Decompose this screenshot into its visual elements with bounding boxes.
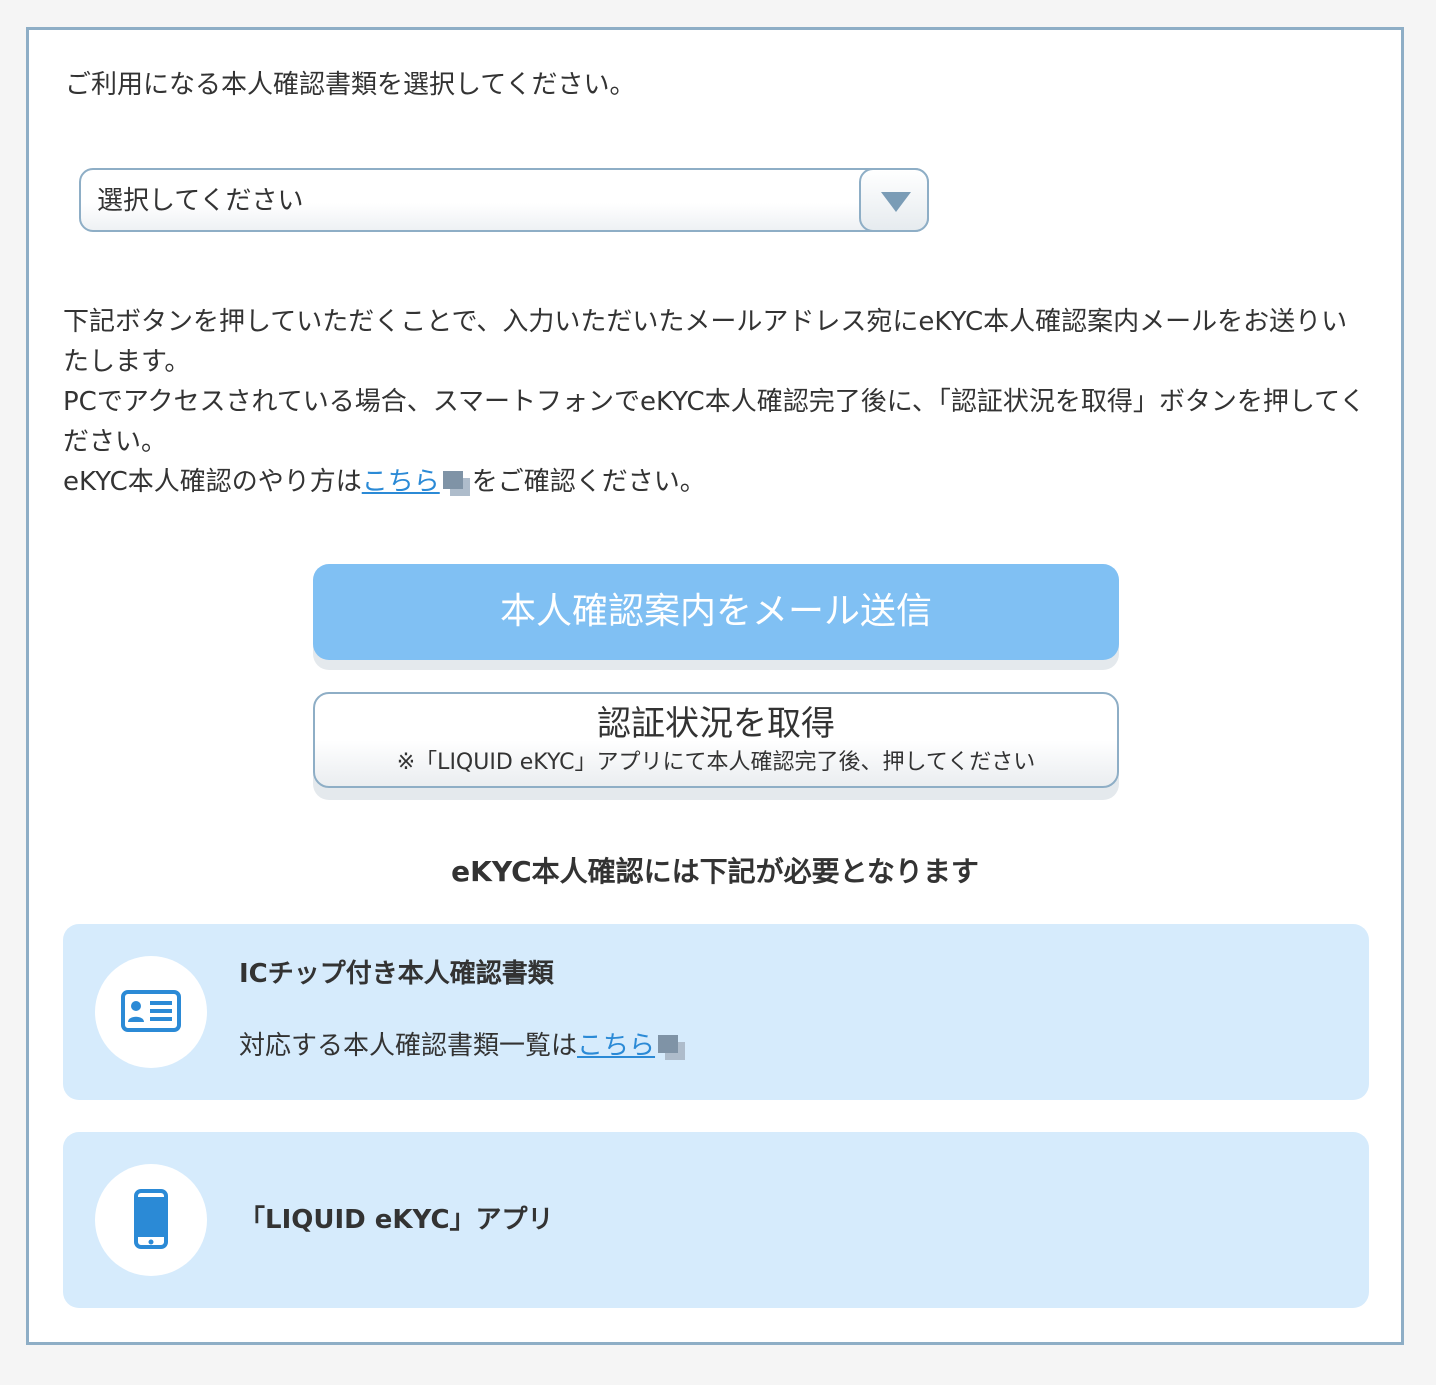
instructions: 下記ボタンを押していただくことで、入力いただいたメールアドレス宛にeKYC本人確… — [63, 302, 1373, 502]
get-status-label: 認証状況を取得 — [597, 704, 835, 744]
id-card-icon — [121, 990, 181, 1032]
send-mail-button[interactable]: 本人確認案内をメール送信 — [313, 564, 1119, 660]
select-arrow-button[interactable] — [859, 168, 929, 232]
external-window-icon[interactable] — [655, 1032, 687, 1060]
instruction-line-3-prefix: eKYC本人確認のやり方は — [63, 467, 362, 497]
instruction-line-2: PCでアクセスされている場合、スマートフォンでeKYC本人確認完了後に、「認証状… — [63, 387, 1366, 457]
requirement-card-id-document: ICチップ付き本人確認書類 対応する本人確認書類一覧はこちら — [63, 924, 1369, 1100]
instruction-line-3: eKYC本人確認のやり方はこちら をご確認ください。 — [63, 462, 1373, 502]
requirements-heading: eKYC本人確認には下記が必要となります — [451, 855, 979, 888]
icon-circle — [95, 956, 207, 1068]
requirement-title: 「LIQUID eKYC」アプリ — [239, 1205, 554, 1235]
instruction-line-1: 下記ボタンを押していただくことで、入力いただいたメールアドレス宛にeKYC本人確… — [63, 307, 1348, 377]
external-window-icon[interactable] — [440, 468, 472, 496]
supported-docs-prefix: 対応する本人確認書類一覧は — [239, 1031, 578, 1061]
howto-link[interactable]: こちら — [362, 467, 440, 497]
supported-docs-link[interactable]: こちら — [577, 1031, 655, 1061]
requirement-title: ICチップ付き本人確認書類 — [239, 959, 554, 989]
icon-circle — [95, 1164, 207, 1276]
requirement-card-app: 「LIQUID eKYC」アプリ — [63, 1132, 1369, 1308]
get-status-button[interactable]: 認証状況を取得 ※「LIQUID eKYC」アプリにて本人確認完了後、押してくだ… — [313, 692, 1119, 788]
select-value: 選択してください — [97, 186, 304, 216]
intro-text: ご利用になる本人確認書類を選択してください。 — [65, 70, 636, 100]
smartphone-icon — [134, 1189, 168, 1249]
document-type-select[interactable]: 選択してください — [79, 168, 929, 232]
instruction-line-3-suffix: をご確認ください。 — [471, 467, 706, 497]
requirement-text: 対応する本人確認書類一覧はこちら — [239, 1028, 687, 1064]
triangle-down-icon — [881, 192, 911, 212]
ekyc-panel: ご利用になる本人確認書類を選択してください。 選択してください 下記ボタンを押し… — [26, 27, 1404, 1345]
get-status-note: ※「LIQUID eKYC」アプリにて本人確認完了後、押してください — [396, 750, 1036, 775]
